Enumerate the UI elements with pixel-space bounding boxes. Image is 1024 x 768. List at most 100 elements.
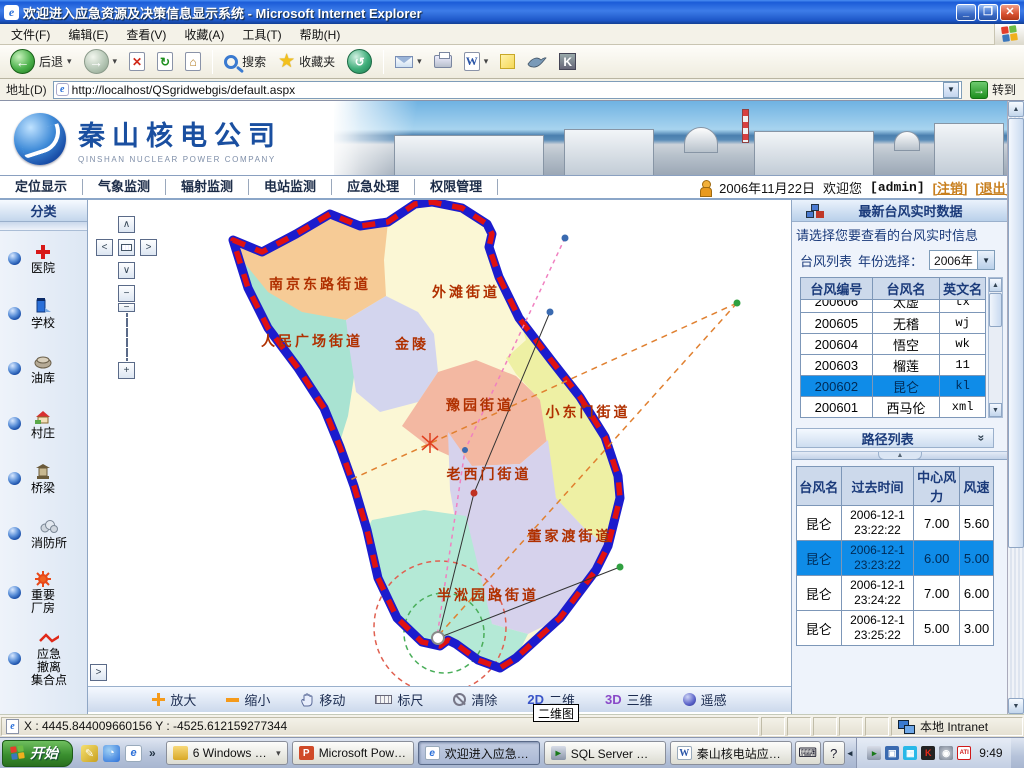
tray-network-icon[interactable]: ▣ (885, 746, 899, 760)
forward-button[interactable]: →▾ (80, 47, 122, 76)
collapse-chevron-icon[interactable]: » (975, 435, 989, 442)
tray-collapse-chevron[interactable]: ◂ (846, 748, 855, 759)
full-extent-button[interactable] (118, 239, 135, 256)
scroll-thumb[interactable] (989, 293, 1002, 327)
sidebar-item-oil-depot[interactable]: 油库 (0, 341, 87, 396)
home-button[interactable]: ⌂ (181, 50, 205, 73)
edit-word-button[interactable]: W▾ (460, 50, 493, 73)
typhoon-row[interactable]: 200604悟空wk (801, 334, 986, 355)
page-scroll-up-icon[interactable]: ▲ (1008, 101, 1024, 117)
zoom-in-step-button[interactable]: + (118, 362, 135, 379)
go-button[interactable]: → 转到 (966, 81, 1020, 99)
refresh-button[interactable]: ↻ (153, 50, 177, 73)
typhoon-row-selected[interactable]: 200602昆仑kl (801, 376, 986, 397)
pan-right-button[interactable]: > (140, 239, 157, 256)
remote-sensing-tool[interactable]: 遥感 (683, 690, 727, 709)
search-button[interactable]: 搜索 (220, 51, 270, 72)
realtime-row[interactable]: 昆仑2006-12-1 23:25:22 5.003.00 (797, 611, 994, 646)
menu-favorites[interactable]: 收藏(A) (175, 24, 233, 45)
keyboard-layout-button[interactable]: ⌨ (795, 741, 821, 765)
path-list-bar[interactable]: 路径列表 » (796, 428, 994, 448)
kaspersky-button[interactable]: K (555, 51, 580, 72)
print-button[interactable] (430, 53, 456, 70)
menu-tools[interactable]: 工具(T) (233, 24, 290, 45)
typhoon-list-scrollbar[interactable]: ▲ ▼ (988, 277, 1003, 418)
task-ie-current[interactable]: e 欢迎进入应急资... (418, 741, 540, 765)
pan-up-button[interactable]: ∧ (118, 216, 135, 233)
sidebar-item-bridge[interactable]: 桥梁 (0, 451, 87, 506)
address-dropdown-button[interactable]: ▼ (943, 82, 959, 98)
sidebar-item-school[interactable]: 学校 (0, 286, 87, 341)
zoom-in-tool[interactable]: 放大 (152, 690, 196, 709)
mail-button[interactable]: ▾ (391, 54, 426, 70)
menu-edit[interactable]: 编辑(E) (59, 24, 117, 45)
start-button[interactable]: 开始 (2, 740, 73, 767)
help-button[interactable]: ? (823, 741, 845, 765)
pan-left-button[interactable]: < (96, 239, 113, 256)
zoom-slider-handle[interactable]: − (118, 303, 135, 312)
zoom-out-step-button[interactable]: − (118, 285, 135, 302)
tray-sql-icon[interactable]: ▸ (867, 746, 881, 760)
back-button[interactable]: ← 后退▾ (6, 47, 76, 76)
restore-button[interactable]: ❐ (978, 4, 998, 21)
scroll-down-icon[interactable]: ▼ (989, 403, 1002, 417)
scroll-up-icon[interactable]: ▲ (989, 278, 1002, 292)
page-scroll-thumb[interactable] (1008, 118, 1024, 548)
address-field[interactable]: e ▼ (53, 81, 962, 99)
sidebar-item-hospital[interactable]: 医院 (0, 231, 87, 286)
sidebar-item-village[interactable]: 村庄 (0, 396, 87, 451)
tab-station[interactable]: 电站监测 (249, 179, 332, 195)
sidebar-item-evacuation-point[interactable]: 应急 撤离 集合点 (0, 623, 87, 693)
pan-down-button[interactable]: ∨ (118, 262, 135, 279)
tray-kaspersky-icon[interactable]: K (921, 746, 935, 760)
realtime-row[interactable]: 昆仑2006-12-1 23:22:22 7.005.60 (797, 506, 994, 541)
tab-radiation[interactable]: 辐射监测 (166, 179, 249, 195)
stop-button[interactable]: ✕ (125, 50, 149, 73)
year-select[interactable]: 2006年 ▼ (929, 250, 995, 270)
flashget-button[interactable] (523, 53, 551, 71)
year-select-arrow-icon[interactable]: ▼ (977, 251, 994, 269)
exit-link[interactable]: [退出] (975, 178, 1010, 197)
pan-tool[interactable]: 移动 (300, 690, 345, 709)
history-button[interactable]: ↺ (343, 47, 376, 76)
typhoon-row[interactable]: 200605无稽wj (801, 313, 986, 334)
sidebar-item-key-plant[interactable]: 重要 厂房 (0, 561, 87, 623)
task-windows-explorer[interactable]: 6 Windows Expl...▾ (166, 741, 288, 765)
close-button[interactable]: ✕ (1000, 4, 1020, 21)
menu-help[interactable]: 帮助(H) (291, 24, 350, 45)
quick-launch-overflow-chevron[interactable]: » (147, 746, 158, 760)
messenger-button[interactable] (496, 52, 519, 71)
logout-link[interactable]: [注销] (933, 178, 968, 197)
tray-volume-icon[interactable]: ◉ (939, 746, 953, 760)
realtime-row-selected[interactable]: 昆仑2006-12-1 23:23:22 6.005.00 (797, 541, 994, 576)
typhoon-row[interactable]: 200606 太虚 tx (801, 300, 986, 313)
clock[interactable]: 9:49 (979, 746, 1002, 760)
ruler-tool[interactable]: 标尺 (375, 690, 423, 709)
quick-launch-desktop-icon[interactable]: ✎ (81, 745, 98, 762)
menu-view[interactable]: 查看(V) (117, 24, 175, 45)
minimize-button[interactable]: _ (956, 4, 976, 21)
quick-launch-ie-icon[interactable]: e (125, 745, 142, 762)
view-3d-tool[interactable]: 3D三维 (605, 690, 653, 709)
quick-launch-msn-icon[interactable]: ◔ (103, 745, 120, 762)
task-word-doc[interactable]: W 秦山核电站应急... (670, 741, 792, 765)
panel-splitter[interactable]: ▲ (792, 451, 1007, 460)
sidebar-item-fire-station[interactable]: 消防所 (0, 506, 87, 561)
map-canvas[interactable]: 南京东路街道 外滩街道 人民广场街道 金陵 豫园街道 小东门街道 老西门街道 董… (88, 200, 791, 686)
tab-locate[interactable]: 定位显示 (0, 179, 83, 195)
page-scroll-down-icon[interactable]: ▼ (1008, 698, 1024, 714)
task-sql-server[interactable]: ▸ SQL Server 服务... (544, 741, 666, 765)
realtime-row[interactable]: 昆仑2006-12-1 23:24:22 7.006.00 (797, 576, 994, 611)
tab-permissions[interactable]: 权限管理 (415, 179, 498, 195)
tray-ati-icon[interactable]: ATI (957, 746, 971, 760)
page-scrollbar[interactable]: ▲ ▼ (1007, 101, 1024, 714)
splitter-grip[interactable]: ▲ (878, 452, 922, 460)
tray-grid-icon[interactable]: ▦ (903, 746, 917, 760)
zoom-out-tool[interactable]: 缩小 (226, 690, 270, 709)
typhoon-row[interactable]: 200601西马伦xml (801, 397, 986, 418)
menu-file[interactable]: 文件(F) (2, 24, 59, 45)
address-input[interactable] (72, 83, 940, 97)
expand-panel-button[interactable]: > (90, 664, 107, 681)
typhoon-row[interactable]: 200603榴莲11 (801, 355, 986, 376)
favorites-button[interactable]: ★ 收藏夹 (274, 50, 339, 73)
